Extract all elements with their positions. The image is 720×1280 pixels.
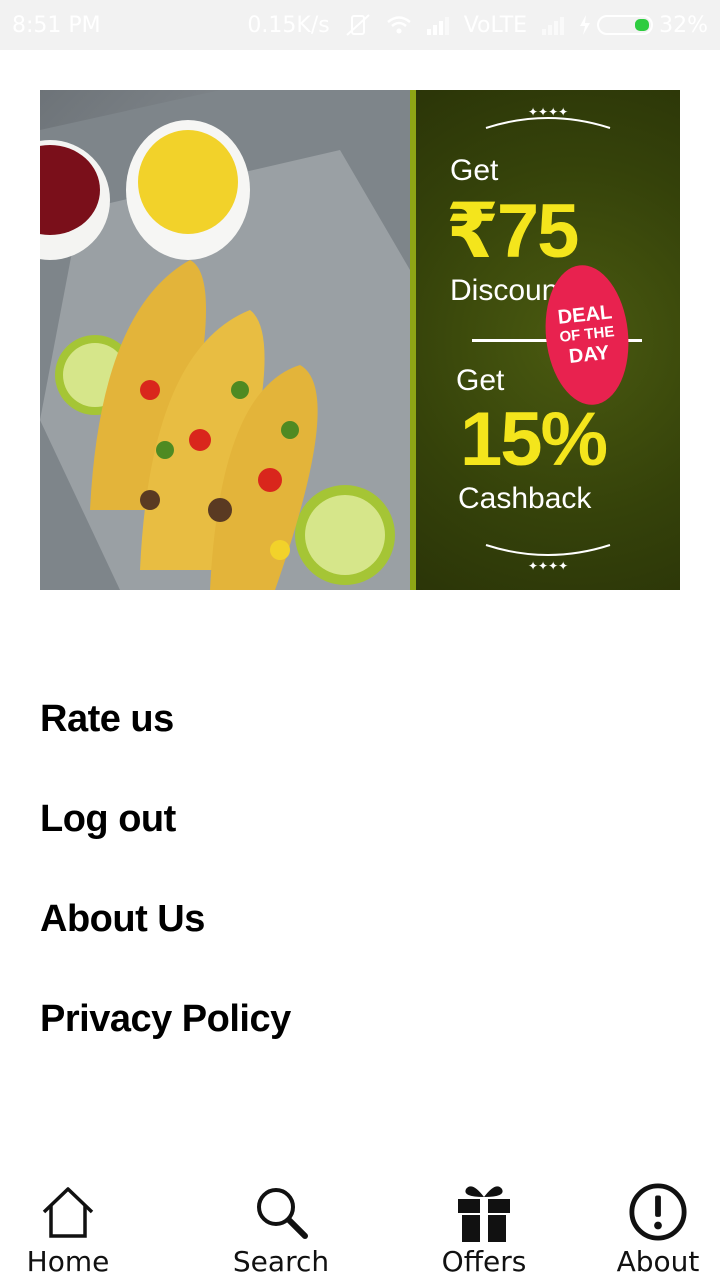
network-speed: 0.15K/s	[247, 12, 330, 38]
network-type: VoLTE	[463, 12, 528, 38]
nav-offers-label: Offers	[441, 1245, 527, 1278]
tacos-image	[40, 90, 410, 590]
get-label: Get	[450, 154, 499, 187]
vibrate-off-icon	[344, 13, 372, 37]
cashback-label: Cashback	[458, 482, 592, 515]
gift-icon	[454, 1180, 514, 1244]
wifi-icon	[386, 14, 412, 36]
signal-icon	[426, 15, 450, 35]
menu-item-privacy-policy[interactable]: Privacy Policy	[40, 990, 680, 1090]
promo-banner[interactable]: ✦✦✦✦ ✦✦✦✦ Get ₹75 Discount DEAL OF THE D…	[40, 90, 680, 590]
svg-text:✦✦✦✦: ✦✦✦✦	[528, 559, 568, 573]
discount-amount: ₹75	[446, 189, 579, 274]
menu-item-log-out[interactable]: Log out	[40, 790, 680, 890]
deal-panel: ✦✦✦✦ ✦✦✦✦ Get ₹75 Discount DEAL OF THE D…	[416, 90, 680, 590]
search-icon	[251, 1180, 311, 1244]
status-icons: 0.15K/s VoLTE 32%	[247, 13, 708, 38]
cashback-amount: 15%	[460, 397, 608, 482]
nav-home[interactable]: Home	[27, 1180, 109, 1280]
bottom-navigation: Home Search Offers About	[0, 1180, 720, 1280]
get-label-2: Get	[456, 364, 505, 397]
battery-indicator: 32%	[579, 13, 708, 38]
nav-about[interactable]: About	[616, 1180, 700, 1280]
battery-icon	[597, 15, 654, 35]
nav-home-label: Home	[26, 1245, 110, 1278]
nav-offers[interactable]: Offers	[442, 1180, 526, 1280]
home-icon	[38, 1180, 98, 1244]
status-time: 8:51 PM	[12, 12, 101, 38]
settings-menu: Rate us Log out About Us Privacy Policy	[40, 690, 680, 1090]
charging-icon	[580, 15, 591, 35]
svg-text:✦✦✦✦: ✦✦✦✦	[528, 105, 568, 119]
battery-percent: 32%	[659, 12, 708, 38]
nav-about-label: About	[616, 1245, 700, 1278]
signal-2-icon	[541, 15, 565, 35]
menu-item-about-us[interactable]: About Us	[40, 890, 680, 990]
menu-item-rate-us[interactable]: Rate us	[40, 690, 680, 790]
nav-search[interactable]: Search	[232, 1180, 330, 1280]
status-bar: 8:51 PM 0.15K/s VoLTE 32%	[0, 0, 720, 50]
info-icon	[628, 1180, 688, 1244]
nav-search-label: Search	[232, 1245, 330, 1278]
